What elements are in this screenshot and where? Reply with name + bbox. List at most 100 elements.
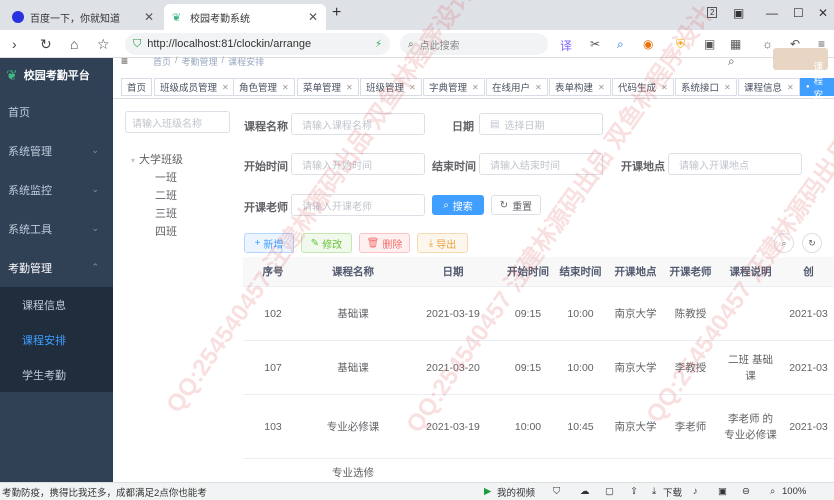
tag-role-manage[interactable]: 角色管理 ✕ bbox=[233, 78, 295, 96]
sidebar-logo[interactable]: ❦ 校园考勤平台 bbox=[0, 58, 113, 92]
weather-icon[interactable]: ☁ bbox=[580, 486, 590, 497]
tag-home[interactable]: 首页 bbox=[121, 78, 153, 96]
sidebar-item-home[interactable]: 首页 bbox=[0, 92, 113, 131]
sidebar-item-system-monitor[interactable]: 系统监控 ⌄ bbox=[0, 170, 113, 209]
close-icon[interactable]: ✕ bbox=[282, 83, 289, 92]
trash-icon: 🗑 bbox=[366, 237, 380, 249]
forward-icon[interactable]: › bbox=[12, 36, 17, 52]
profile-icon[interactable]: ▣ bbox=[704, 37, 715, 51]
place-input[interactable]: 请输入开课地点 bbox=[668, 153, 802, 175]
maximize-icon[interactable]: ☐ bbox=[793, 6, 804, 20]
collections-icon[interactable]: ▣ bbox=[733, 6, 744, 20]
tag-form-build[interactable]: 表单构建 ✕ bbox=[549, 78, 611, 96]
screenshot-icon[interactable]: ▢ bbox=[605, 486, 614, 497]
tree-node-class[interactable]: 一班 bbox=[155, 169, 177, 185]
tag-course-arrange[interactable]: ●课程安排 bbox=[800, 62, 834, 115]
close-tab-icon[interactable]: ✕ bbox=[144, 10, 154, 24]
share-icon[interactable]: ⇪ bbox=[630, 486, 638, 497]
start-time-input[interactable]: 请输入开始时间 bbox=[291, 153, 425, 175]
close-icon[interactable]: ✕ bbox=[724, 83, 731, 92]
reload-icon[interactable]: ↻ bbox=[40, 36, 52, 53]
browser-search-field[interactable]: ⌕ 点此搜索 bbox=[400, 33, 548, 55]
download-link[interactable]: 下载 bbox=[663, 485, 682, 499]
refresh-button[interactable]: ↻ bbox=[802, 233, 822, 253]
close-icon[interactable]: ✕ bbox=[535, 83, 542, 92]
brightness-icon[interactable]: ☼ bbox=[762, 37, 773, 51]
hamburger-icon[interactable]: ≡ bbox=[121, 54, 128, 68]
tag-dict-manage[interactable]: 字典管理 ✕ bbox=[423, 78, 485, 96]
tree-node-class[interactable]: 四班 bbox=[155, 223, 177, 239]
close-tab-icon[interactable]: ✕ bbox=[308, 10, 318, 24]
zoom-level[interactable]: 100% bbox=[782, 486, 806, 497]
close-icon[interactable]: ✕ bbox=[598, 83, 605, 92]
toggle-search-button[interactable]: ⌕ bbox=[774, 233, 794, 253]
zoom-icon[interactable]: ⌕ bbox=[770, 486, 775, 497]
browser-tab-baidu[interactable]: 百度一下，你就知道 ✕ bbox=[4, 4, 162, 30]
home-icon[interactable]: ⌂ bbox=[70, 36, 78, 52]
lightning-icon[interactable]: ⚡ bbox=[375, 39, 382, 50]
close-icon[interactable]: ✕ bbox=[661, 83, 668, 92]
minimize-icon[interactable]: — bbox=[766, 6, 778, 20]
sidebar-item-system-manage[interactable]: 系统管理 ⌄ bbox=[0, 131, 113, 170]
sidebar-item-course-arrange[interactable]: 课程安排 bbox=[0, 322, 113, 357]
extension-shield-icon[interactable]: ⛨ bbox=[676, 37, 685, 52]
reset-button[interactable]: ↻ 重置 bbox=[491, 195, 541, 215]
close-icon[interactable]: ✕ bbox=[346, 83, 353, 92]
breadcrumb: 首页 / 考勤管理 / 课程安排 bbox=[153, 55, 265, 67]
video-icon[interactable]: ▶ bbox=[484, 486, 491, 497]
baidu-icon bbox=[12, 11, 24, 23]
tree-node-class[interactable]: 二班 bbox=[155, 187, 177, 203]
find-icon[interactable]: ⌕ bbox=[617, 37, 624, 52]
game-icon[interactable]: ◉ bbox=[643, 37, 653, 51]
table-row[interactable]: 103 专业必修课 2021-03-19 10:00 10:45 南京大学 李老… bbox=[243, 395, 834, 459]
sidebar-item-course-info[interactable]: 课程信息 bbox=[0, 287, 113, 322]
tag-code-gen[interactable]: 代码生成 ✕ bbox=[612, 78, 674, 96]
tree-node-class[interactable]: 三班 bbox=[155, 205, 177, 221]
end-time-input[interactable]: 请输入结束时间 bbox=[479, 153, 603, 175]
star-icon[interactable]: ☆ bbox=[97, 36, 110, 53]
scissors-icon[interactable]: ✂ bbox=[590, 37, 600, 51]
export-button[interactable]: ⤓ 导出 bbox=[417, 233, 468, 253]
delete-button[interactable]: 🗑 删除 bbox=[359, 233, 410, 253]
window-icon[interactable]: ▣ bbox=[718, 486, 727, 497]
search-button[interactable]: ⌕ 搜索 bbox=[432, 195, 484, 215]
course-name-input[interactable]: 请输入课程名称 bbox=[291, 113, 425, 135]
sidebar-item-attendance[interactable]: 考勤管理 ⌃ bbox=[0, 248, 113, 287]
close-icon[interactable]: ✕ bbox=[472, 83, 479, 92]
tag-class-members[interactable]: 班级成员管理 ✕ bbox=[154, 78, 235, 96]
add-button[interactable]: + 新增 bbox=[244, 233, 294, 253]
sidebar-item-system-tools[interactable]: 系统工具 ⌄ bbox=[0, 209, 113, 248]
tab-counter[interactable]: 2 bbox=[707, 7, 718, 18]
table-row[interactable]: 102 基础课 2021-03-19 09:15 10:00 南京大学 陈教授 … bbox=[243, 287, 834, 341]
close-icon[interactable]: ✕ bbox=[222, 83, 229, 92]
sidebar-item-student-attendance[interactable]: 学生考勤 bbox=[0, 357, 113, 392]
browser-tab-active[interactable]: ❦ 校园考勤系统 ✕ bbox=[164, 4, 326, 30]
refresh-icon: ↻ bbox=[499, 199, 509, 211]
table-row[interactable]: 107 基础课 2021-03-20 09:15 10:00 南京大学 李教授 … bbox=[243, 341, 834, 395]
new-tab-button[interactable]: + bbox=[332, 4, 341, 22]
tag-course-info[interactable]: 课程信息 ✕ bbox=[738, 78, 800, 96]
tag-class-manage[interactable]: 班级管理 ✕ bbox=[360, 78, 422, 96]
tag-sys-api[interactable]: 系统接口 ✕ bbox=[675, 78, 737, 96]
main-content: 请输入班级名称 ▾ 大学班级 一班 二班 三班 四班 课程名称 请输入课程名称 日… bbox=[113, 99, 834, 499]
sound-icon[interactable]: ♪ bbox=[693, 486, 698, 497]
search-icon[interactable]: ⌕ bbox=[728, 54, 735, 69]
class-tree-filter-input[interactable]: 请输入班级名称 bbox=[125, 111, 230, 133]
download-icon[interactable]: ⤓ bbox=[652, 486, 656, 497]
edit-button[interactable]: ✎ 修改 bbox=[301, 233, 352, 253]
zoom-out-icon[interactable]: ⊖ bbox=[742, 486, 750, 497]
translate-icon[interactable]: 译 bbox=[560, 37, 572, 54]
apps-grid-icon[interactable]: ▦ bbox=[730, 37, 741, 51]
tree-node-root[interactable]: ▾ 大学班级 bbox=[131, 151, 183, 167]
close-window-icon[interactable]: ✕ bbox=[818, 6, 828, 20]
table-header: 序号 课程名称 日期 开始时间 结束时间 开课地点 开课老师 课程说明 创 bbox=[243, 257, 834, 287]
date-picker[interactable]: ▤ 选择日期 bbox=[479, 113, 603, 135]
url-field[interactable]: ⛉ http://localhost:81/clockin/arrange ⚡ bbox=[125, 33, 390, 55]
my-video-link[interactable]: 我的视频 bbox=[497, 485, 535, 499]
shield-status-icon[interactable]: ⛉ bbox=[553, 486, 560, 497]
close-icon[interactable]: ✕ bbox=[409, 83, 416, 92]
tag-menu-manage[interactable]: 菜单管理 ✕ bbox=[297, 78, 359, 96]
close-icon[interactable]: ✕ bbox=[787, 83, 794, 92]
tag-online-users[interactable]: 在线用户 ✕ bbox=[486, 78, 548, 96]
teacher-input[interactable]: 请输入开课老师 bbox=[291, 194, 425, 216]
